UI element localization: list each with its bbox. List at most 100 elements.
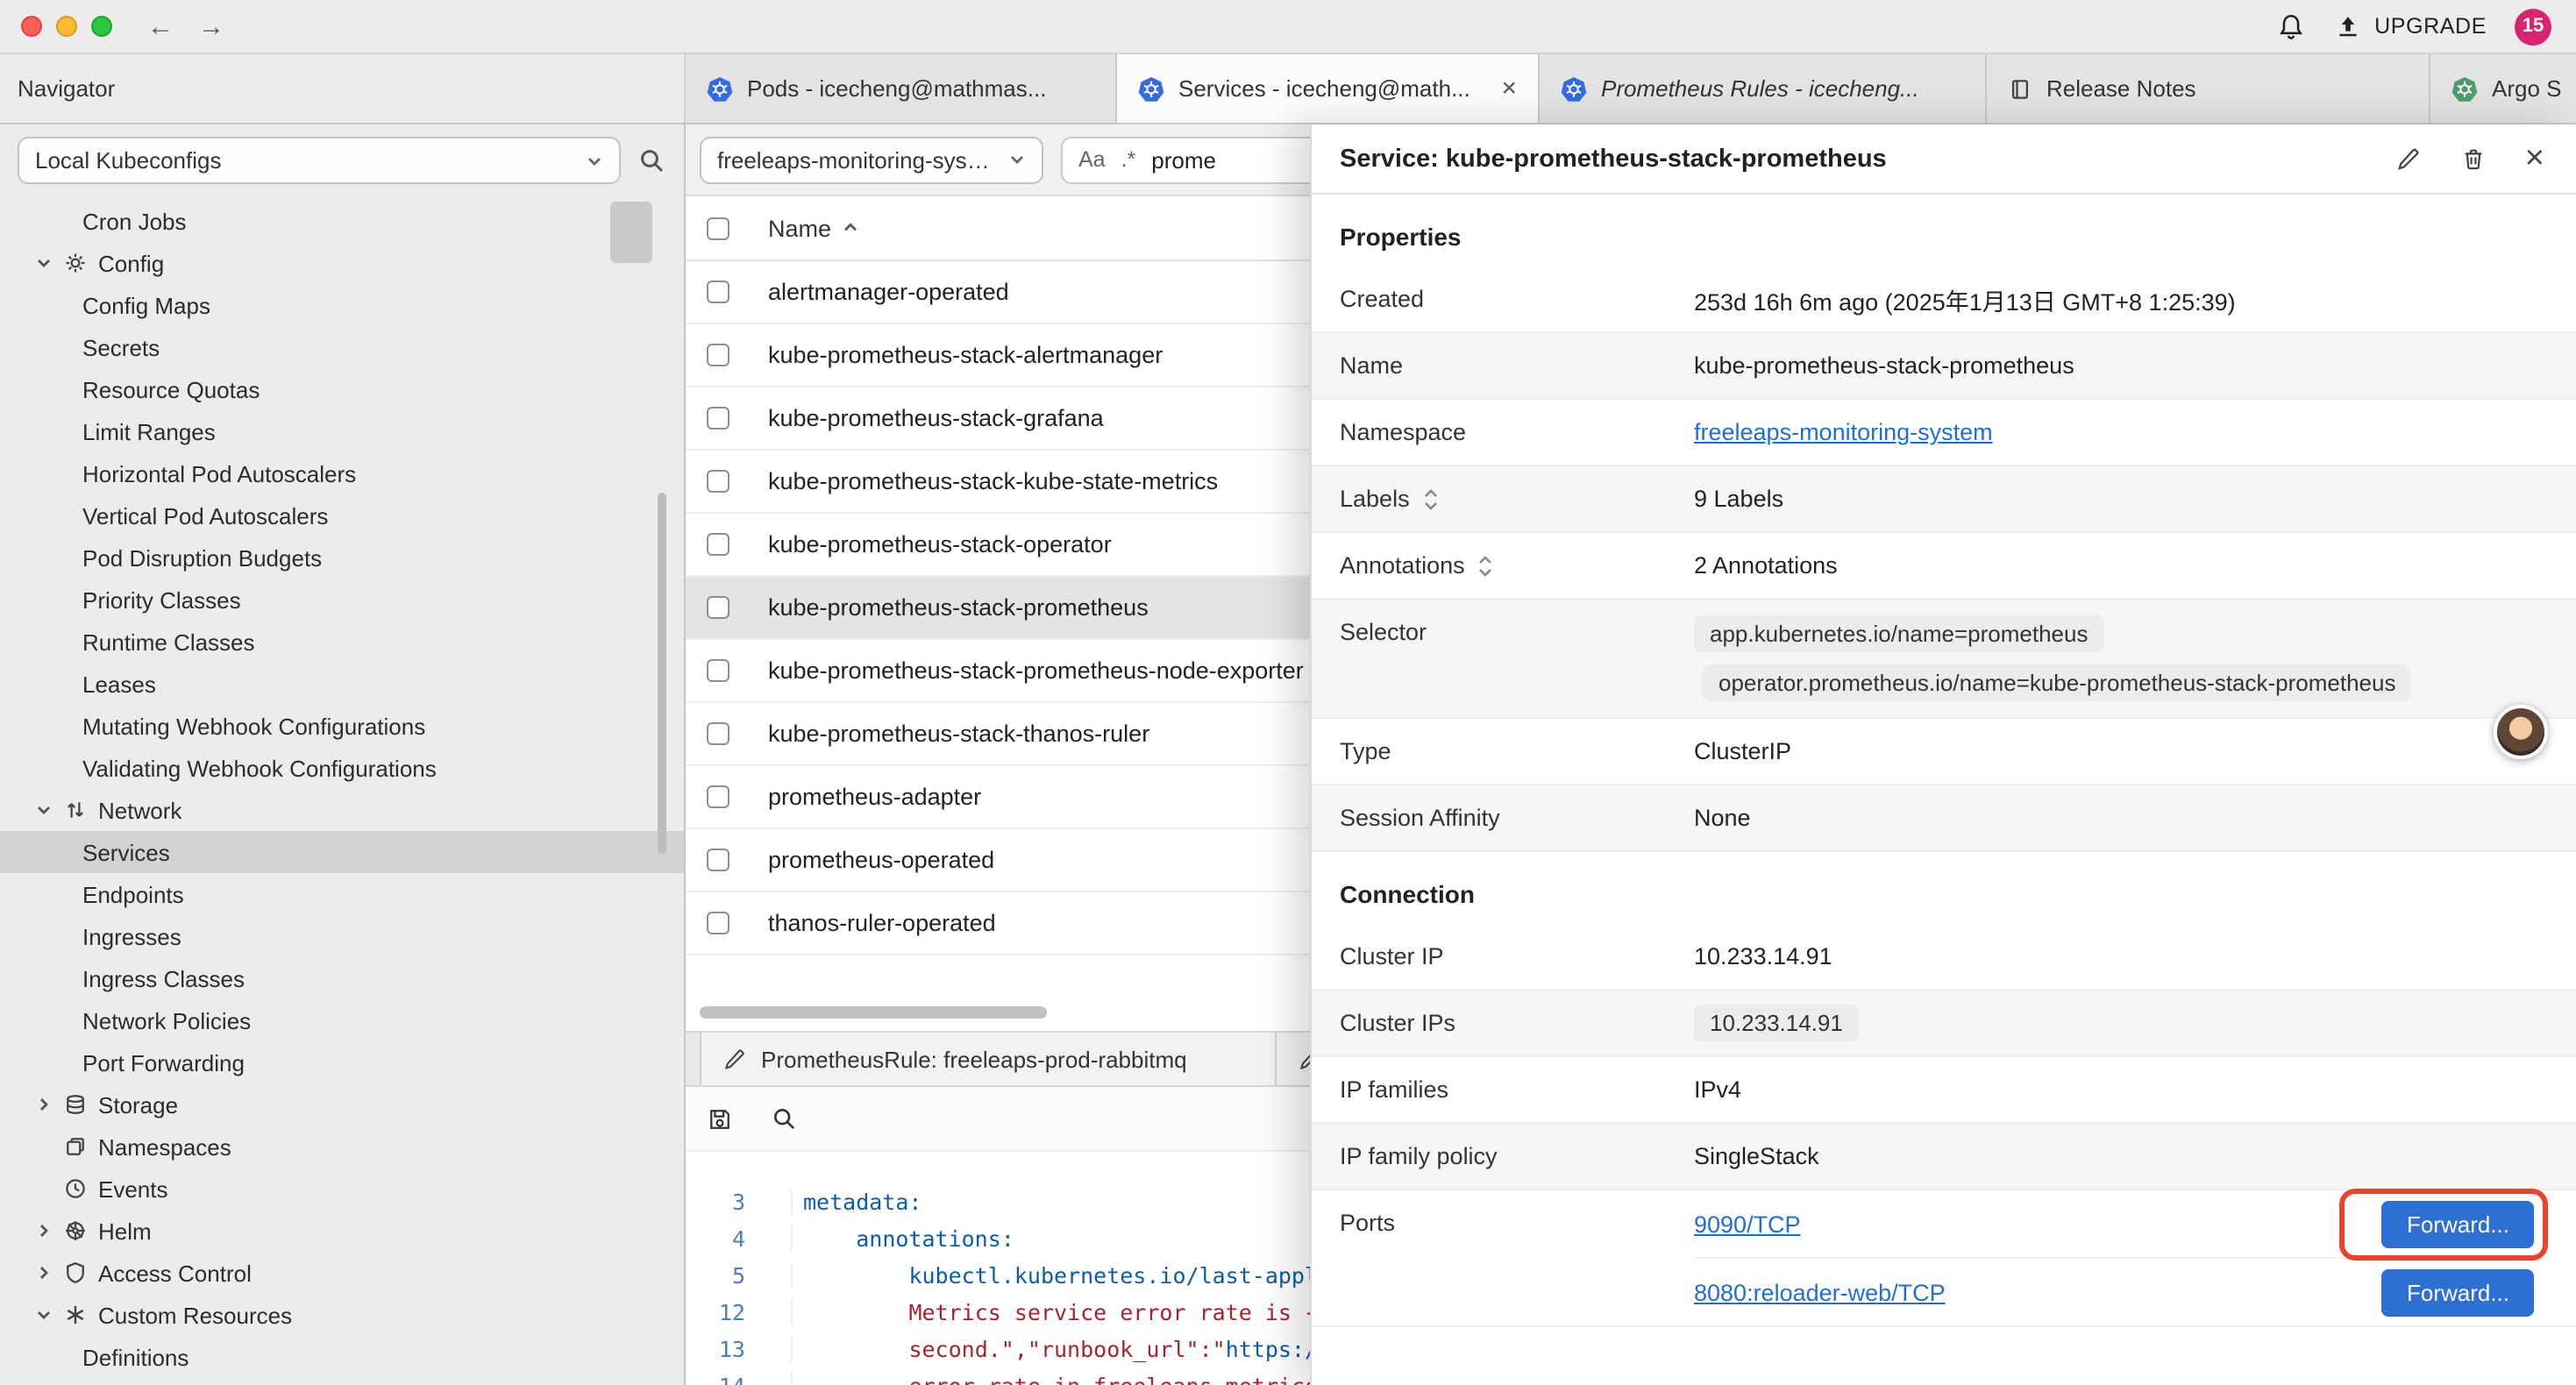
sidebar-item-resource-quotas[interactable]: Resource Quotas bbox=[0, 368, 684, 410]
chevron-right-icon[interactable] bbox=[35, 1222, 53, 1239]
upgrade-icon bbox=[2334, 12, 2362, 40]
property-row-session-affinity: Session AffinityNone bbox=[1312, 785, 2576, 852]
chevron-down-icon[interactable] bbox=[35, 1306, 53, 1324]
row-checkbox[interactable] bbox=[707, 470, 729, 493]
chevron-down-icon[interactable] bbox=[35, 801, 53, 819]
chevron-right-icon[interactable] bbox=[35, 1096, 53, 1113]
row-checkbox[interactable] bbox=[707, 281, 729, 303]
sidebar-item-mutating-webhook-configurations[interactable]: Mutating Webhook Configurations bbox=[0, 705, 684, 747]
sidebar-item-leases[interactable]: Leases bbox=[0, 663, 684, 705]
sidebar-item-limit-ranges[interactable]: Limit Ranges bbox=[0, 410, 684, 452]
minimize-window-button[interactable] bbox=[56, 16, 77, 37]
port-row-9090-tcp: 9090/TCP Forward... bbox=[1694, 1190, 2548, 1257]
bell-icon[interactable] bbox=[2276, 11, 2306, 41]
sidebar-item-label: Network Policies bbox=[82, 1007, 251, 1033]
chevron-down-icon[interactable] bbox=[35, 254, 53, 272]
sidebar-item-events[interactable]: Events bbox=[0, 1168, 684, 1210]
row-checkbox[interactable] bbox=[707, 785, 729, 808]
sidebar-item-storage[interactable]: Storage bbox=[0, 1083, 684, 1126]
namespace-dropdown[interactable]: freeleaps-monitoring-system bbox=[700, 136, 1043, 183]
port-link[interactable]: 8080:reloader-web/TCP bbox=[1694, 1279, 1946, 1305]
sidebar-item-secrets[interactable]: Secrets bbox=[0, 326, 684, 368]
scrollbar-thumb[interactable] bbox=[700, 1006, 1047, 1019]
sidebar-item-cron-jobs[interactable]: Cron Jobs bbox=[0, 200, 684, 242]
book-icon bbox=[2008, 76, 2032, 101]
row-checkbox[interactable] bbox=[707, 344, 729, 366]
sidebar-item-validating-webhook-configurations[interactable]: Validating Webhook Configurations bbox=[0, 747, 684, 789]
match-case-toggle[interactable]: Aa bbox=[1078, 147, 1106, 172]
row-checkbox[interactable] bbox=[707, 407, 729, 430]
close-window-button[interactable] bbox=[21, 16, 42, 37]
name-column-header[interactable]: Name bbox=[768, 215, 859, 241]
upgrade-button[interactable]: UPGRADE bbox=[2334, 12, 2487, 40]
sidebar-item-vertical-pod-autoscalers[interactable]: Vertical Pod Autoscalers bbox=[0, 494, 684, 536]
sidebar-item-pod-disruption-budgets[interactable]: Pod Disruption Budgets bbox=[0, 536, 684, 579]
forward-button[interactable]: Forward... bbox=[2382, 1268, 2534, 1316]
tab-services-icecheng-math[interactable]: Services - icecheng@math...× bbox=[1117, 54, 1540, 123]
row-checkbox[interactable] bbox=[707, 659, 729, 682]
navigator-panel-header: Navigator bbox=[0, 54, 686, 123]
property-label: Ports bbox=[1340, 1210, 1395, 1236]
detail-title: Service: kube-prometheus-stack-prometheu… bbox=[1340, 145, 2395, 173]
sidebar-item-runtime-classes[interactable]: Runtime Classes bbox=[0, 621, 684, 663]
sidebar-item-config-maps[interactable]: Config Maps bbox=[0, 284, 684, 326]
sidebar-item-custom-resources[interactable]: Custom Resources bbox=[0, 1294, 684, 1336]
user-avatar[interactable] bbox=[2494, 705, 2548, 759]
row-checkbox[interactable] bbox=[707, 533, 729, 556]
scrollbar-thumb[interactable] bbox=[610, 202, 652, 263]
sidebar-item-helm[interactable]: Helm bbox=[0, 1210, 684, 1252]
search-icon[interactable] bbox=[772, 1105, 798, 1132]
sidebar-item-config[interactable]: Config bbox=[0, 242, 684, 284]
sidebar-item-namespaces[interactable]: Namespaces bbox=[0, 1126, 684, 1168]
sidebar-item-label: Cron Jobs bbox=[82, 208, 187, 234]
sidebar-item-network[interactable]: Network bbox=[0, 789, 684, 831]
line-number: 12 bbox=[686, 1299, 759, 1325]
tab-argo-s[interactable]: Argo S bbox=[2430, 54, 2576, 123]
sidebar-item-priority-classes[interactable]: Priority Classes bbox=[0, 579, 684, 621]
row-checkbox[interactable] bbox=[707, 722, 729, 745]
close-icon[interactable]: × bbox=[2525, 142, 2544, 175]
tab-release-notes[interactable]: Release Notes bbox=[1987, 54, 2430, 123]
scrollbar-thumb[interactable] bbox=[658, 493, 666, 854]
sidebar-item-network-policies[interactable]: Network Policies bbox=[0, 999, 684, 1041]
close-tab-icon[interactable]: × bbox=[1501, 74, 1517, 103]
tab-prometheus-rules-icecheng[interactable]: Prometheus Rules - icecheng... bbox=[1540, 54, 1987, 123]
kubeconfig-dropdown[interactable]: Local Kubeconfigs bbox=[18, 137, 621, 184]
sidebar-item-access-control[interactable]: Access Control bbox=[0, 1252, 684, 1294]
sidebar-item-ingresses[interactable]: Ingresses bbox=[0, 915, 684, 957]
tab-label: Prometheus Rules - icecheng... bbox=[1601, 75, 1964, 102]
regex-toggle[interactable]: .* bbox=[1121, 147, 1136, 172]
select-all-checkbox[interactable] bbox=[707, 217, 729, 239]
property-label: Cluster IPs bbox=[1340, 1010, 1455, 1036]
row-checkbox[interactable] bbox=[707, 849, 729, 871]
sidebar-item-port-forwarding[interactable]: Port Forwarding bbox=[0, 1041, 684, 1083]
kubeconfig-dropdown-value: Local Kubeconfigs bbox=[35, 147, 572, 174]
row-name: kube-prometheus-stack-thanos-ruler bbox=[768, 721, 1149, 747]
sidebar-item-definitions[interactable]: Definitions bbox=[0, 1336, 684, 1378]
delete-icon[interactable] bbox=[2460, 146, 2487, 172]
forward-button[interactable]: Forward... bbox=[2382, 1200, 2534, 1247]
sidebar-item-label: Secrets bbox=[82, 334, 160, 360]
tab-pods-icecheng-mathmas[interactable]: Pods - icecheng@mathmas... bbox=[686, 54, 1117, 123]
edit-icon[interactable] bbox=[2395, 146, 2422, 172]
layers-icon bbox=[63, 1134, 88, 1159]
back-button[interactable]: ← bbox=[147, 11, 174, 41]
chevron-right-icon[interactable] bbox=[35, 1264, 53, 1282]
sidebar-item-endpoints[interactable]: Endpoints bbox=[0, 873, 684, 915]
sidebar-item-horizontal-pod-autoscalers[interactable]: Horizontal Pod Autoscalers bbox=[0, 452, 684, 494]
row-checkbox[interactable] bbox=[707, 596, 729, 619]
sidebar-item-label: Access Control bbox=[98, 1260, 252, 1286]
port-link[interactable]: 9090/TCP bbox=[1694, 1211, 1801, 1237]
row-checkbox[interactable] bbox=[707, 912, 729, 934]
sidebar-item-services[interactable]: Services bbox=[0, 831, 684, 873]
sort-updown-icon[interactable] bbox=[1477, 553, 1495, 578]
editor-tab-prometheusrule[interactable]: PrometheusRule: freeleaps-prod-rabbitmq bbox=[700, 1033, 1277, 1085]
search-icon[interactable] bbox=[638, 146, 666, 174]
sidebar-item-ingress-classes[interactable]: Ingress Classes bbox=[0, 957, 684, 999]
zoom-window-button[interactable] bbox=[91, 16, 112, 37]
namespace-link[interactable]: freeleaps-monitoring-system bbox=[1694, 419, 1993, 445]
sort-updown-icon[interactable] bbox=[1422, 487, 1440, 511]
notification-badge[interactable]: 15 bbox=[2515, 8, 2551, 45]
forward-button[interactable]: → bbox=[198, 11, 224, 41]
save-icon[interactable] bbox=[707, 1105, 733, 1132]
